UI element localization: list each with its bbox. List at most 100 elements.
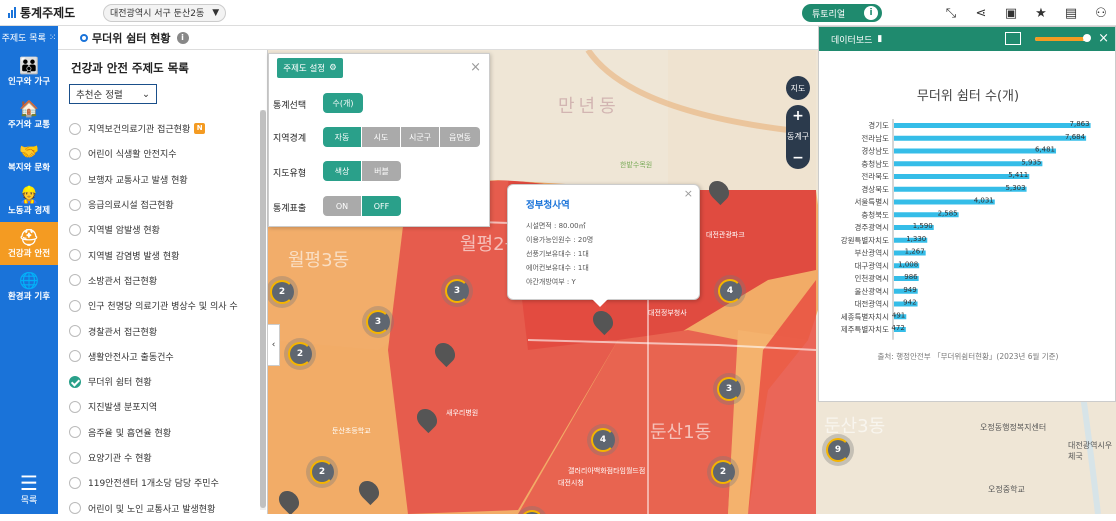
boundary-option-emd[interactable]: 읍면동 [440,127,480,147]
cluster-count: 2 [711,460,735,484]
close-icon[interactable]: × [684,187,693,200]
theme-list-label: 경찰관서 접근현황 [88,327,158,338]
theme-list-item[interactable]: 경찰관서 접근현황 [58,318,258,343]
grid-icon: ⁙ [48,32,57,43]
nav-label: 노동과 경제 [7,205,51,216]
add-user-icon[interactable]: ⚇ [1092,3,1110,23]
theme-list-item[interactable]: 지진발생 분포지역 [58,394,258,419]
scrollbar[interactable] [260,110,266,510]
maptype-option-bubble[interactable]: 버블 [362,161,401,181]
theme-list-label: 어린이 식생활 안전지수 [88,150,177,161]
theme-list-item[interactable]: 생활안전사고 출동건수 [58,344,258,369]
people-icon: 👪 [19,55,39,75]
sort-select[interactable]: 추천순 정렬 ⌄ [69,84,157,104]
theme-list-item[interactable]: 지역별 감염병 발생 현황 [58,242,258,267]
cluster-marker[interactable]: 2 [707,456,739,488]
theme-list-item[interactable]: 인구 천명당 의료기관 병상수 및 의사 수 [58,293,258,318]
cluster-marker[interactable]: 3 [362,306,394,338]
cluster-marker[interactable]: 3 [441,275,473,307]
category-label: 서울특별시 [855,197,890,207]
region-select[interactable]: 대전광역시 서구 둔산2동 ▼ [103,3,227,22]
compass-button[interactable]: 지도 [786,76,810,100]
cluster-marker[interactable]: 9 [822,434,854,466]
zoom-in-button[interactable]: + [792,109,804,123]
radio-icon [69,249,81,262]
maptype-option-color[interactable]: 색상 [323,161,362,181]
bar[interactable] [894,135,1087,141]
display-option-on[interactable]: ON [323,196,362,216]
nav-housing[interactable]: 🏠 주거와 교통 [0,93,58,136]
cluster-count: 2 [310,460,334,484]
cluster-marker[interactable]: 4 [714,275,746,307]
info-icon[interactable]: i [176,31,189,44]
map-zoom-control: 지도 + 동계구 − [786,76,810,172]
nav-environment[interactable]: 🌐 환경과 기후 [0,265,58,308]
theme-list-item[interactable]: 지역보건의료기관 접근현황 N [58,116,258,141]
theme-list-item[interactable]: 119안전센터 1개소당 담당 주민수 [58,470,258,495]
radio-icon [69,299,81,312]
image-save-icon[interactable]: ▣ [1002,3,1020,23]
theme-list-item[interactable]: 어린이 식생활 안전지수 [58,141,258,166]
nav-welfare[interactable]: 🤝 복지와 문화 [0,136,58,179]
tutorial-button[interactable]: 튜토리얼 i [802,4,882,22]
dong-label: 월평3동 [288,250,350,271]
theme-list-item[interactable]: 무더위 쉼터 현황 [58,369,258,394]
cluster-marker[interactable]: 2 [306,456,338,488]
bar[interactable] [894,161,1043,167]
cluster-marker[interactable]: 4 [587,424,619,456]
stat-option[interactable]: 수(개) [323,93,363,113]
collapse-icon[interactable]: ⤡ [942,3,960,23]
theme-list-item[interactable]: 요양기관 수 현황 [58,445,258,470]
theme-list-item[interactable]: 지역별 암발생 현황 [58,217,258,242]
theme-list-item[interactable]: 어린이 및 노인 교통사고 발생현황 [58,495,258,520]
document-icon[interactable]: ▤ [1062,3,1080,23]
value-label: 1,330 [906,235,926,243]
radio-icon [69,325,81,338]
menu-button[interactable]: ☰ 목록 [0,473,58,506]
boundary-option-sigungu[interactable]: 시군구 [401,127,440,147]
theme-list-item[interactable]: 소방관서 접근현황 [58,268,258,293]
bookmark-star-icon[interactable]: ★ [1032,3,1050,23]
chart-source: 출처: 행정안전부 「무더위쉼터현황」(2023년 6월 기준) [877,352,1059,361]
cluster-marker[interactable]: 2 [284,338,316,370]
theme-list-label: 응급의료시설 접근현황 [88,201,174,212]
value-label: 5,303 [1006,184,1026,192]
panel-collapse-button[interactable]: ‹ [268,324,280,366]
nav-label: 환경과 기후 [7,291,51,302]
theme-list-panel: 건강과 안전 주제도 목록 추천순 정렬 ⌄ 지역보건의료기관 접근현황 N 어린이… [58,50,268,515]
nav-label: 건강과 안전 [7,248,51,259]
app-logo[interactable]: 통계주제도 [0,4,98,21]
bar[interactable] [894,148,1057,154]
theme-list-item[interactable]: 보행자 교통사고 발생 현황 [58,167,258,192]
theme-list-label: 어린이 및 노인 교통사고 발생현황 [88,504,216,515]
settings-button[interactable]: 주제도 설정 ⚙ [277,58,343,78]
boundary-option-auto[interactable]: 자동 [323,127,362,147]
nav-population[interactable]: 👪 인구와 가구 [0,50,58,93]
map-title: 무더위 쉼터 현황 i [80,30,189,46]
cluster-marker[interactable]: 3 [713,373,745,405]
radio-icon [69,350,81,363]
theme-list-item[interactable]: 응급의료시설 접근현황 [58,192,258,217]
value-label: 4,031 [974,197,994,205]
place-label: 오정동행정복지센터 [980,423,1047,432]
category-label: 경상남도 [861,146,889,156]
place-label: 새우리병원 [446,409,479,417]
display-option-off[interactable]: OFF [362,196,401,216]
theme-list-label: 소방관서 접근현황 [88,276,158,287]
theme-list-item[interactable]: 음주율 및 흡연율 현황 [58,420,258,445]
nav-labor[interactable]: 👷 노동과 경제 [0,179,58,222]
close-icon[interactable]: × [470,60,481,75]
radio-icon [69,426,81,439]
info-icon: i [864,6,878,20]
boundary-option-sido[interactable]: 시도 [362,127,401,147]
dong-label: 만년동 [558,96,620,117]
share-icon[interactable]: ⋖ [972,3,990,23]
zoom-out-button[interactable]: − [792,151,804,165]
cluster-count: 2 [288,342,312,366]
shelter-bar-chart: 경기도 7,863 전라남도 7,684 경상남도 6,481 충청남도 5,935 전라북도 5… [841,119,1091,340]
map-title-text: 무더위 쉼터 현황 [92,31,171,45]
nav-health[interactable]: ⛑ 건강과 안전 [0,222,58,265]
category-list-button[interactable]: 주제도 목록 ⁙ [0,25,58,50]
value-label: 949 [903,286,916,294]
bar[interactable] [894,123,1091,128]
